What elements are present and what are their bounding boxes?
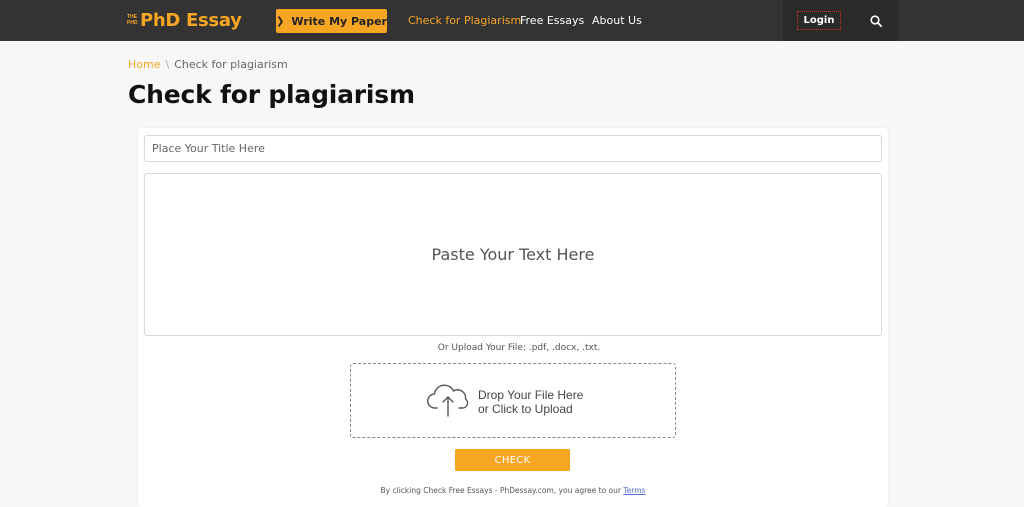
logo-small-bottom: PHD	[127, 20, 138, 26]
site-logo[interactable]: THE PHD PhD Essay	[127, 9, 242, 31]
terms-link[interactable]: Terms	[623, 486, 645, 495]
check-button[interactable]: CHECK	[455, 449, 570, 471]
write-my-paper-button[interactable]: ❯ Write My Paper	[276, 9, 387, 33]
breadcrumb: Home \ Check for plagiarism	[128, 58, 288, 71]
text-placeholder: Paste Your Text Here	[431, 245, 595, 264]
breadcrumb-home[interactable]: Home	[128, 58, 160, 71]
drop-instructions: Drop Your File Here or Click to Upload	[478, 388, 583, 416]
login-button[interactable]: Login	[797, 11, 841, 30]
text-input-area[interactable]: Paste Your Text Here	[144, 173, 882, 336]
logo-mark: THE PHD	[127, 9, 139, 31]
drop-line-2: or Click to Upload	[478, 402, 573, 416]
write-my-paper-label: Write My Paper	[291, 14, 387, 28]
terms-text: By clicking Check Free Essays - PhDessay…	[380, 486, 621, 495]
search-icon[interactable]	[870, 15, 882, 27]
nav-free-essays[interactable]: Free Essays	[520, 14, 584, 27]
breadcrumb-current: Check for plagiarism	[174, 58, 288, 71]
nav-about-us[interactable]: About Us	[592, 14, 642, 27]
chevron-right-icon: ❯	[276, 15, 285, 27]
page-title: Check for plagiarism	[128, 80, 415, 109]
breadcrumb-separator: \	[165, 58, 170, 71]
logo-text: PhD Essay	[140, 9, 242, 31]
terms-notice: By clicking Check Free Essays - PhDessay…	[144, 486, 882, 495]
upload-hint: Or Upload Your File: .pdf, .docx, .txt.	[437, 343, 601, 353]
cloud-upload-icon	[427, 384, 469, 417]
drop-line-1: Drop Your File Here	[478, 388, 584, 402]
nav-check-for-plagiarism[interactable]: Check for Plagiarism	[408, 14, 521, 27]
title-input[interactable]	[144, 135, 882, 162]
